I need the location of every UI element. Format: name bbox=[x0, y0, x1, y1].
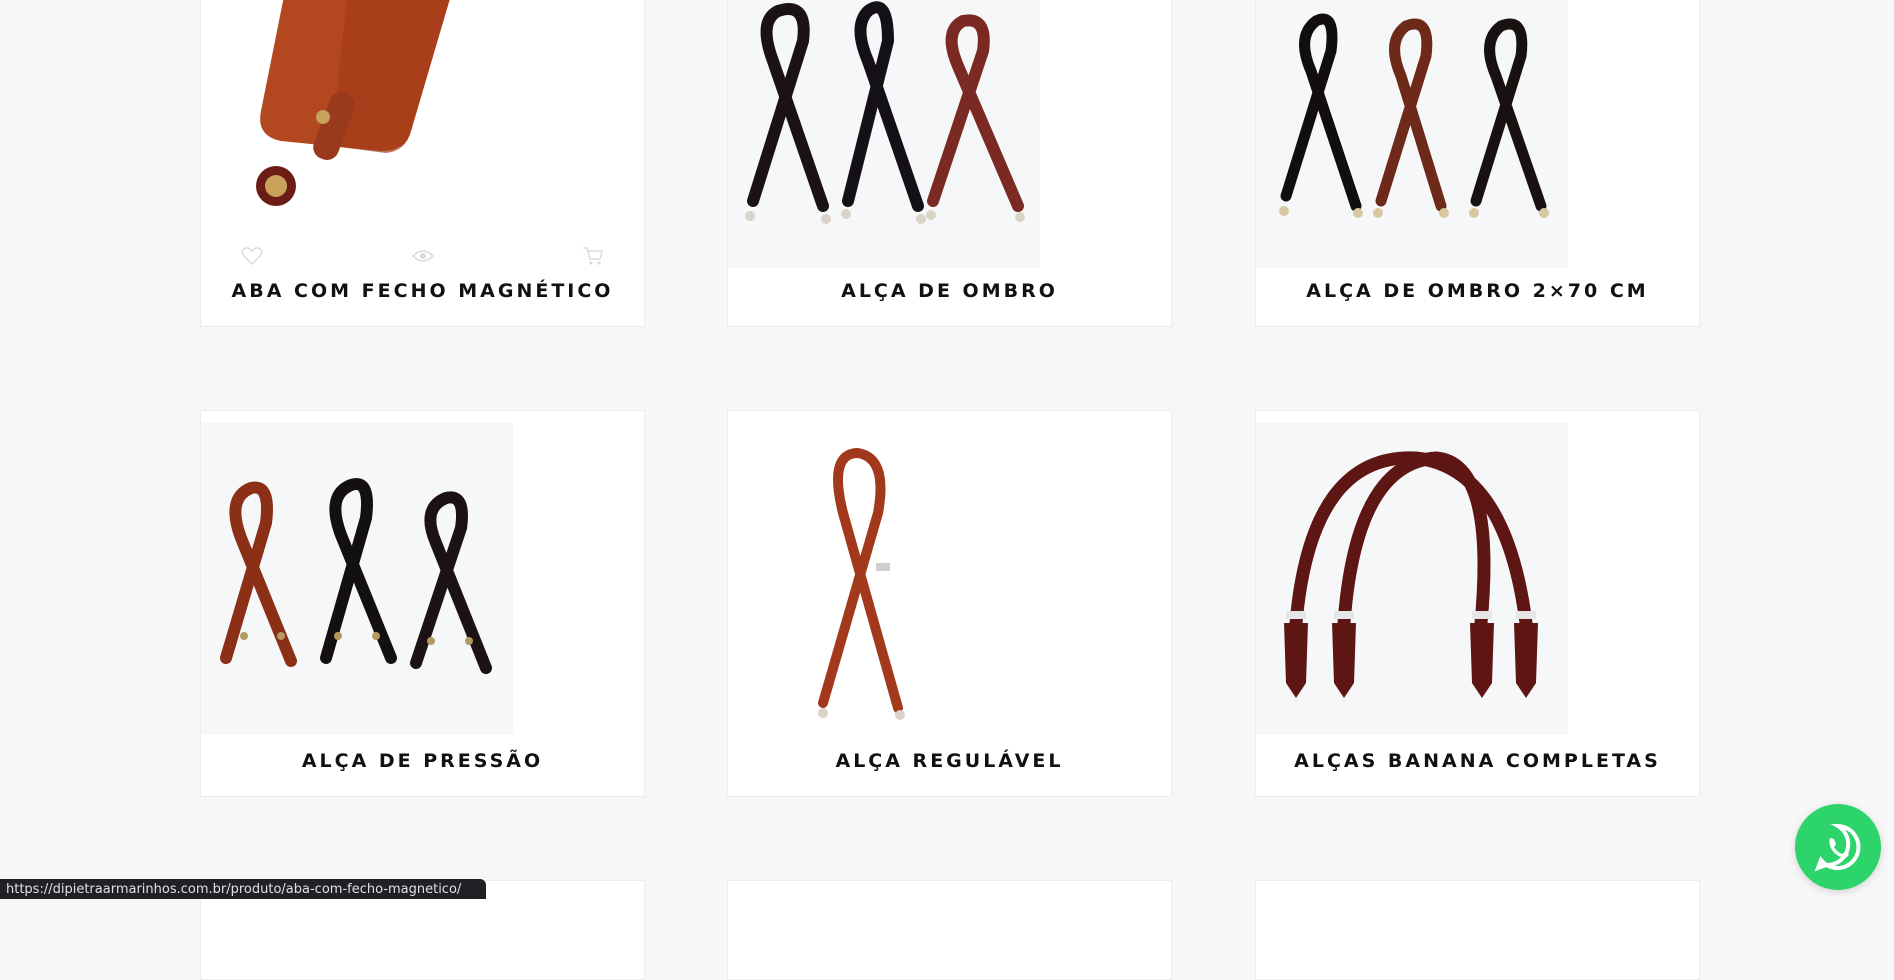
product-image[interactable] bbox=[728, 0, 1040, 268]
product-actions bbox=[241, 246, 604, 266]
product-card[interactable] bbox=[1255, 880, 1700, 980]
link-status-bar: https://dipietraarmarinhos.com.br/produt… bbox=[0, 879, 486, 899]
cart-icon[interactable] bbox=[582, 246, 604, 266]
product-image[interactable] bbox=[1256, 423, 1568, 735]
heart-icon[interactable] bbox=[241, 246, 263, 266]
product-card[interactable]: ALÇA REGULÁVEL bbox=[727, 410, 1172, 797]
product-card[interactable]: ALÇA DE PRESSÃO bbox=[200, 410, 645, 797]
whatsapp-button[interactable] bbox=[1795, 804, 1881, 890]
product-card[interactable]: ABA COM FECHO MAGNÉTICO bbox=[200, 0, 645, 327]
whatsapp-icon bbox=[1814, 823, 1861, 872]
product-image[interactable] bbox=[728, 423, 1040, 735]
product-card[interactable]: ALÇAS BANANA COMPLETAS bbox=[1255, 410, 1700, 797]
product-title[interactable]: ALÇA DE OMBRO 2×70 CM bbox=[1256, 280, 1699, 302]
product-title[interactable]: ABA COM FECHO MAGNÉTICO bbox=[201, 280, 644, 302]
product-card[interactable]: ALÇA DE OMBRO bbox=[727, 0, 1172, 327]
product-image[interactable] bbox=[201, 0, 513, 261]
product-title[interactable]: ALÇA REGULÁVEL bbox=[728, 750, 1171, 772]
eye-icon[interactable] bbox=[411, 246, 434, 266]
product-title[interactable]: ALÇA DE PRESSÃO bbox=[201, 750, 644, 772]
product-card[interactable]: ALÇA DE OMBRO 2×70 CM bbox=[1255, 0, 1700, 327]
product-title[interactable]: ALÇAS BANANA COMPLETAS bbox=[1256, 750, 1699, 772]
product-title[interactable]: ALÇA DE OMBRO bbox=[728, 280, 1171, 302]
product-card[interactable] bbox=[727, 880, 1172, 980]
product-image[interactable] bbox=[1256, 0, 1568, 268]
product-image[interactable] bbox=[201, 423, 513, 735]
